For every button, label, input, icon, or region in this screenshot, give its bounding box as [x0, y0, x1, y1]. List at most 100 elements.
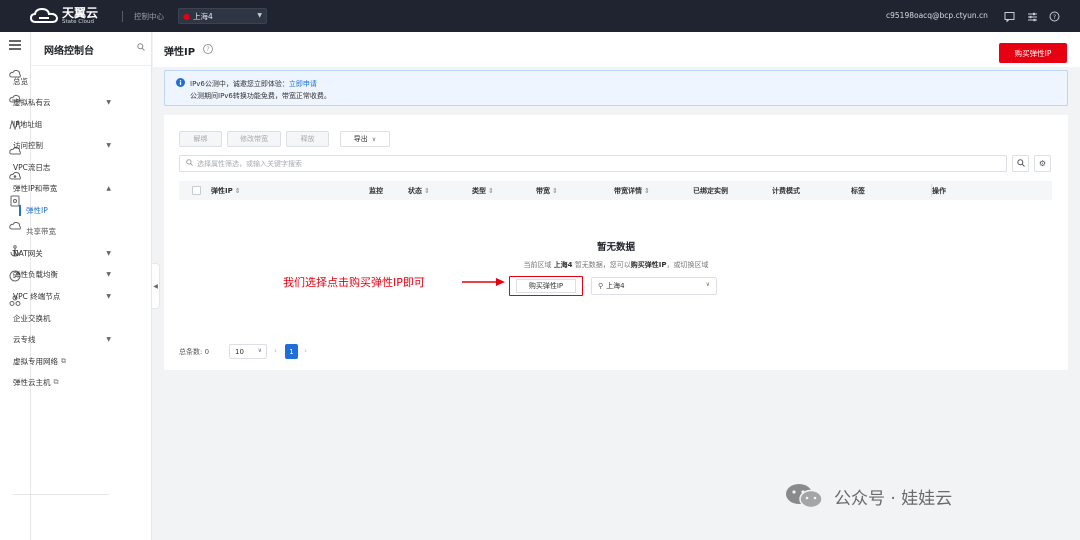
pagination-total: 总条数: 0	[179, 348, 210, 356]
console-link[interactable]: 控制中心	[134, 11, 164, 22]
sidebar-item-label: 共享带宽	[26, 226, 56, 236]
sort-icon: ⇕	[424, 187, 430, 195]
empty-state-title: 暂无数据	[596, 242, 635, 253]
region-value: 上海4	[192, 11, 213, 21]
highlight-box: 购买弹性IP	[509, 276, 583, 296]
sidebar-title: 网络控制台	[44, 46, 94, 57]
chevron-down-icon: ∨	[371, 135, 377, 143]
sidebar-item-vpc-endpoint[interactable]: VPC 终端节点 ▼	[13, 289, 113, 303]
column-header-tags: 标签	[851, 187, 865, 195]
select-all-checkbox[interactable]	[192, 186, 201, 195]
location-pin-icon: ⚲	[598, 282, 604, 290]
sidebar-item-elb[interactable]: 弹性负载均衡 ▼	[13, 267, 113, 281]
sidebar-item-overview[interactable]: 总览	[13, 74, 113, 88]
notice-line-2: 公测期间IPv6转换功能免费，带宽正常收费。	[190, 92, 331, 100]
watermark-text: 公众号 · 娃娃云	[834, 488, 953, 509]
divider	[13, 494, 109, 495]
sidebar-item-enterprise-switch[interactable]: 企业交换机	[13, 311, 113, 325]
cloud-monitor-icon[interactable]	[7, 219, 23, 233]
apply-now-link[interactable]: 立即申请	[289, 80, 317, 88]
help-icon[interactable]: ?	[203, 44, 213, 54]
empty-state-description: 当前区域 上海4 暂无数据，您可以购买弹性IP，或切换区域	[523, 261, 709, 269]
menu-toggle-icon[interactable]	[7, 38, 23, 52]
search-input[interactable]: 选择属性筛选，或输入关键字搜索	[179, 155, 1007, 172]
sidebar-item-label: 弹性IP	[26, 205, 48, 215]
settings-button[interactable]: ⚙	[1034, 155, 1051, 172]
chevron-left-icon: ◀	[153, 282, 158, 290]
sidebar-item-vpc[interactable]: 虚拟私有云 ▼	[13, 95, 113, 109]
help-circle-icon[interactable]: ?	[1047, 9, 1061, 23]
total-count: 0	[204, 348, 210, 356]
cloud-logo-icon	[30, 7, 58, 23]
chevron-down-icon: ∨	[705, 281, 710, 288]
column-header-type[interactable]: 类型 ⇕	[472, 186, 494, 196]
chevron-down-icon: ∨	[257, 347, 262, 354]
collapse-sidebar-button[interactable]: ◀	[152, 263, 160, 309]
column-header-bound-instance: 已绑定实例	[693, 187, 728, 195]
region-switch-select[interactable]: ⚲ 上海4 ∨	[591, 277, 717, 295]
external-link-icon: ⧉	[61, 356, 66, 365]
unbind-button[interactable]: 解绑	[179, 131, 222, 147]
caret-down-icon: ▼	[106, 335, 111, 343]
modify-bandwidth-button[interactable]: 修改带宽	[227, 131, 281, 147]
active-indicator	[19, 205, 21, 216]
message-icon[interactable]	[1002, 9, 1016, 23]
column-header-eip[interactable]: 弹性IP ⇕	[211, 186, 241, 196]
logo-name-cn: 天翼云	[62, 5, 99, 20]
sort-icon: ⇕	[644, 187, 650, 195]
sidebar-item-nat-gateway[interactable]: NAT网关 ▼	[13, 246, 113, 260]
buy-eip-button[interactable]: 购买弹性IP	[999, 43, 1067, 63]
region-selector[interactable]: ● 上海4 ▼	[178, 8, 267, 24]
previous-page-button[interactable]: ‹	[274, 346, 277, 355]
next-page-button[interactable]: ›	[304, 346, 307, 355]
external-link-icon: ⧉	[53, 377, 59, 386]
annotation-arrow-icon	[462, 278, 505, 286]
sort-icon: ⇕	[234, 187, 241, 195]
eip-list-card: 解绑 修改带宽 释放 导出 ∨ 选择属性筛选，或输入关键字搜索 ⚙ 弹性IP ⇕ …	[164, 115, 1068, 370]
sidebar-item-label: IP地址组	[13, 119, 43, 129]
chevron-down-icon: ▼	[257, 12, 262, 19]
sidebar-item-shared-bandwidth[interactable]: 共享带宽	[26, 224, 126, 238]
empty-buy-eip-button[interactable]: 购买弹性IP	[516, 279, 576, 293]
wechat-icon	[786, 484, 823, 509]
logo-name-en: State Cloud	[62, 18, 95, 25]
sidebar-item-label: NAT网关	[13, 248, 43, 258]
release-button[interactable]: 释放	[286, 131, 329, 147]
column-header-bandwidth[interactable]: 带宽 ⇕	[536, 186, 558, 196]
page-header: 弹性IP ? 购买弹性IP	[153, 32, 1080, 67]
sidebar-item-label: 虚拟私有云	[13, 97, 51, 107]
column-header-bandwidth-detail[interactable]: 带宽详情 ⇕	[614, 186, 650, 196]
page-button[interactable]: 1	[285, 344, 298, 359]
sidebar-item-ip-group[interactable]: IP地址组	[13, 117, 113, 131]
divider	[122, 11, 123, 22]
sidebar-item-ecs[interactable]: 弹性云主机 ⧉	[13, 375, 113, 389]
sidebar-item-label: 弹性负载均衡	[13, 269, 58, 279]
region-switch-value: 上海4	[606, 282, 625, 290]
export-dropdown[interactable]: 导出 ∨	[340, 131, 390, 147]
sort-icon: ⇕	[488, 187, 494, 195]
sidebar-item-label: 弹性云主机	[13, 377, 51, 387]
notice-line-1: IPv6公测中，诚邀您立即体验：立即申请	[190, 79, 317, 89]
search-icon[interactable]	[137, 43, 145, 53]
sidebar-item-eip[interactable]: 弹性IP	[26, 203, 126, 217]
caret-down-icon: ▼	[106, 249, 111, 257]
logo[interactable]: 天翼云 State Cloud	[30, 6, 98, 26]
sidebar-item-label: 虚拟专用网络	[13, 356, 58, 366]
divider	[31, 65, 151, 66]
gear-icon: ⚙	[1038, 159, 1047, 168]
search-button[interactable]	[1012, 155, 1029, 172]
buy-eip-inline: 购买弹性IP	[630, 261, 667, 269]
settings-sliders-icon[interactable]	[1025, 9, 1039, 23]
sidebar-item-vpc-flow-log[interactable]: VPC流日志	[13, 160, 113, 174]
info-notice: i IPv6公测中，诚邀您立即体验：立即申请 公测期间IPv6转换功能免费，带宽…	[164, 70, 1068, 106]
sidebar-item-label: 总览	[13, 76, 28, 86]
page-size-select[interactable]: 10 ∨	[229, 344, 267, 359]
sidebar-item-eip-bandwidth[interactable]: 弹性IP和带宽 ▲	[13, 181, 113, 195]
user-account[interactable]: c95198oacq@bcp.ctyun.cn	[886, 11, 988, 20]
column-header-status[interactable]: 状态 ⇕	[408, 186, 430, 196]
caret-down-icon: ▼	[106, 292, 111, 300]
sidebar-item-direct-connect[interactable]: 云专线 ▼	[13, 332, 113, 346]
sidebar-item-vpn[interactable]: 虚拟专用网络 ⧉	[13, 354, 113, 368]
sidebar-item-access-control[interactable]: 访问控制 ▼	[13, 138, 113, 152]
top-navigation-bar: 天翼云 State Cloud 控制中心 ● 上海4 ▼ c95198oacq@…	[0, 0, 1080, 32]
